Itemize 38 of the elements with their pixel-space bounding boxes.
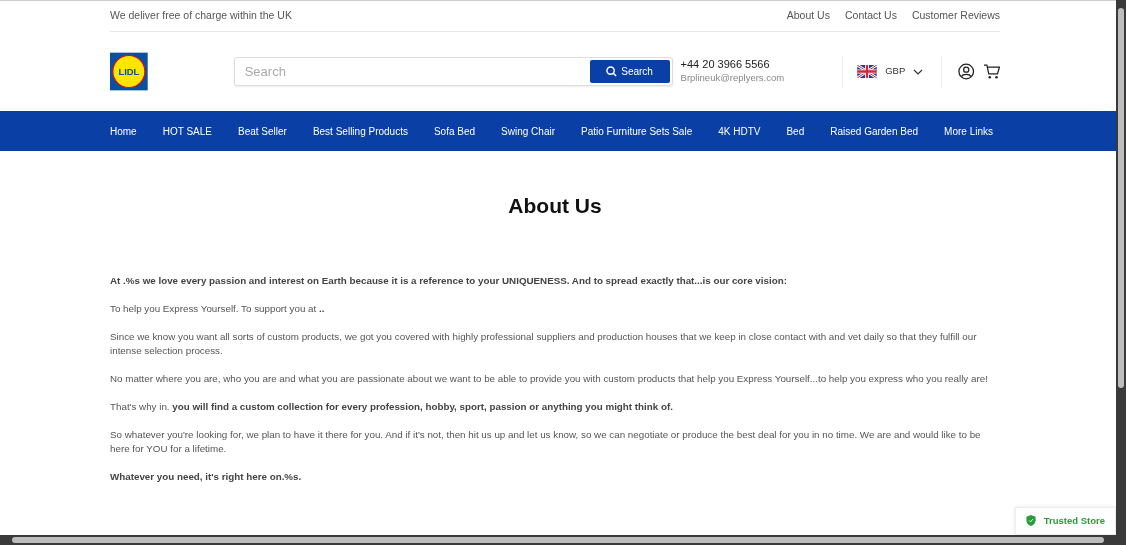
paragraph: Since we know you want all sorts of custom products, we got you covered with highly professional suppliers and production houses that we keep in close contact with and vet daily so that they fulfill our intense selection process. <box>110 330 978 359</box>
nav-link[interactable]: Home <box>110 123 137 139</box>
top-link[interactable]: Customer Reviews <box>911 8 1000 24</box>
currency-selector[interactable]: GBP <box>851 63 930 80</box>
nav-link[interactable]: Beat Seller <box>237 123 287 139</box>
account-icon[interactable] <box>958 63 975 80</box>
delivery-message: We deliver free of charge within the UK <box>110 8 292 24</box>
paragraph: At .%s we love every passion and interest on Earth because it is a reference to your UNIQUENESS. And to spread exactly that...is our core vision: <box>110 274 788 289</box>
nav-link[interactable]: Raised Garden Bed <box>830 123 919 139</box>
nav-link[interactable]: Swing Chair <box>501 123 556 139</box>
cart-icon[interactable] <box>982 63 1000 80</box>
search-icon <box>606 66 618 77</box>
top-link[interactable]: Contact Us <box>844 8 897 24</box>
paragraph: Whatever you need, it's right here on.%s. <box>110 470 303 485</box>
chevron-down-icon <box>913 68 924 75</box>
phone-number: +44 20 3966 5566 <box>680 58 771 71</box>
page-title: About Us <box>507 193 603 219</box>
trust-badge[interactable]: Trusted Store <box>1014 506 1116 535</box>
horizontal-scrollbar[interactable] <box>0 535 1126 545</box>
search-field[interactable]: Search Search <box>233 57 673 86</box>
shield-icon <box>1025 515 1036 527</box>
paragraph: No matter where you are, who you are and what you are passionate about we want to be able to provide you with custom products that help you Express Yourself...to help you express who you really are! <box>110 372 989 387</box>
nav-link[interactable]: Best Selling Products <box>312 123 408 139</box>
search-button[interactable]: Search <box>589 60 670 83</box>
vertical-scrollbar[interactable] <box>1116 0 1126 535</box>
nav-link[interactable]: Patio Furniture Sets Sale <box>581 123 693 139</box>
email-address: Brplineuk@replyers.com <box>680 70 785 85</box>
flag-icon <box>857 65 878 78</box>
paragraph: That's why in. you will find a custom collection for every profession, hobby, sport, passion or anything you might think of. <box>110 400 674 415</box>
nav-link[interactable]: 4K HDTV <box>718 123 761 139</box>
paragraph: So whatever you're looking for, we plan to have it there for you. And if it's not, then hit us up and let us know, so we can negotiate or produce the best deal for you in no time. We are and would like to be here for YOU for a lifetime. <box>110 428 982 457</box>
nav-link[interactable]: Bed <box>786 123 805 139</box>
nav-link[interactable]: Sofa Bed <box>433 123 476 139</box>
paragraph: To help you Express Yourself. To support you at .. <box>110 302 326 317</box>
logo[interactable]: LIDL <box>110 52 148 91</box>
nav-link[interactable]: HOT SALE <box>162 123 212 139</box>
nav-link[interactable]: More Links <box>944 123 993 139</box>
top-link[interactable]: About Us <box>786 8 830 24</box>
